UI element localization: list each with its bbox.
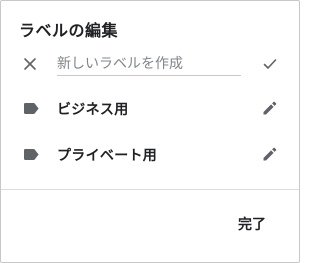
- label-item-private: プライベート用: [1, 143, 299, 167]
- footer-divider: [1, 189, 299, 190]
- done-button[interactable]: 完了: [229, 211, 275, 237]
- edit-labels-dialog: ラベルの編集 ビジネス用 プライベート用 完了: [0, 0, 300, 263]
- label-item-business: ビジネス用: [1, 97, 299, 121]
- new-label-row: [1, 53, 299, 81]
- label-tag-icon: [24, 149, 39, 160]
- edit-pencil-icon[interactable]: [263, 147, 277, 161]
- dialog-title: ラベルの編集: [19, 21, 119, 40]
- close-icon[interactable]: [23, 57, 37, 71]
- label-name: プライベート用: [57, 148, 158, 164]
- label-tag-icon: [24, 103, 39, 114]
- edit-pencil-icon[interactable]: [263, 101, 277, 115]
- check-icon[interactable]: [263, 58, 277, 70]
- new-label-input[interactable]: [57, 53, 241, 76]
- label-name: ビジネス用: [57, 102, 129, 118]
